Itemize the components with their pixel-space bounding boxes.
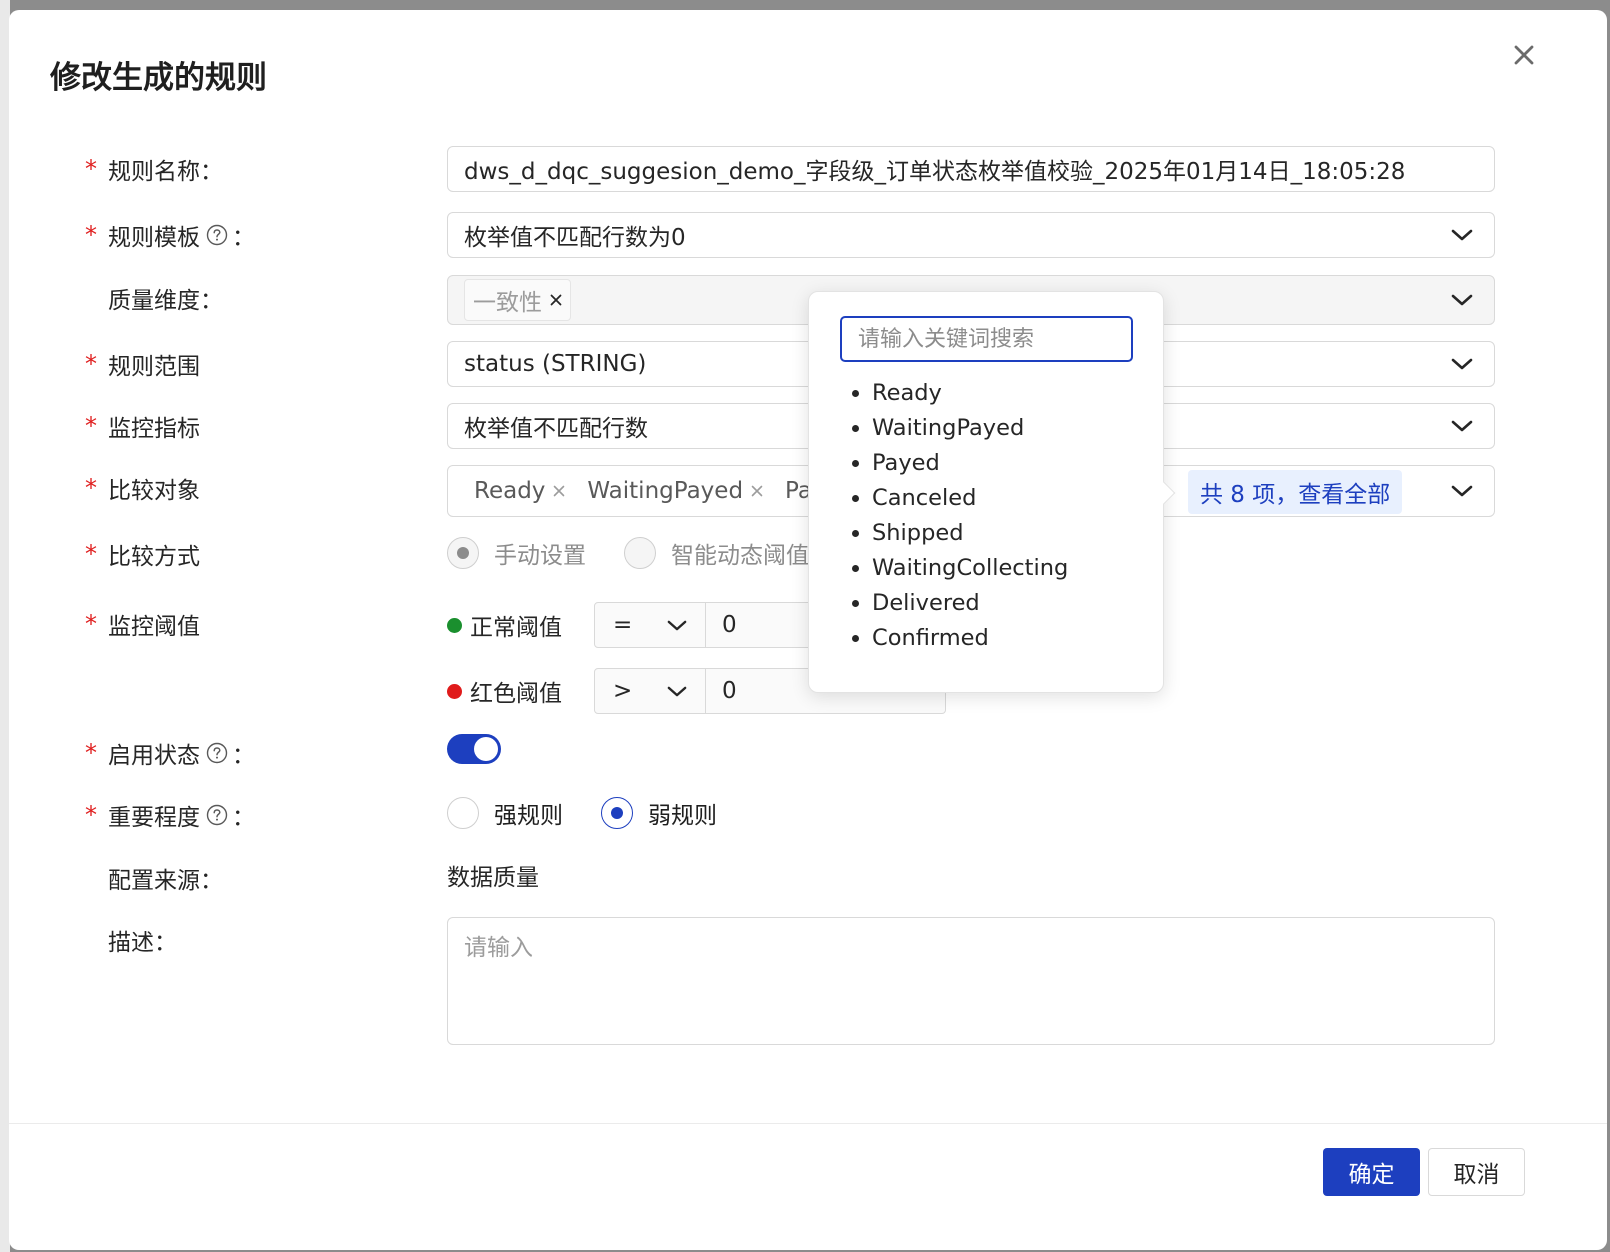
compare-object-tags: Ready WaitingPayed Pa (474, 478, 834, 504)
help-icon[interactable] (206, 742, 228, 764)
popover-search-input[interactable] (840, 316, 1133, 362)
rule-template-select[interactable]: 枚举值不匹配行数为0 (447, 212, 1495, 258)
radio-circle (447, 797, 479, 829)
remove-tag-icon[interactable] (751, 485, 763, 497)
dialog-title: 修改生成的规则 (50, 60, 267, 96)
required-mark: * (85, 739, 97, 767)
rule-name-label: * 规则名称： (85, 155, 223, 185)
chevron-down-icon (667, 620, 687, 630)
required-mark: * (85, 540, 97, 568)
chevron-down-icon (1448, 290, 1476, 310)
compare-method-label: * 比较方式 (85, 540, 200, 570)
radio-manual[interactable]: 手动设置 (447, 536, 586, 570)
view-all-link[interactable]: 共 8 项，查看全部 (1188, 470, 1403, 514)
importance-label: * 重要程度 ： (85, 801, 255, 831)
list-item: WaitingPayed (872, 411, 1068, 446)
required-mark: * (85, 412, 97, 440)
list-item: Shipped (872, 516, 1068, 551)
compare-object-label: * 比较对象 (85, 474, 200, 504)
radio-weak-rule[interactable]: 弱规则 (601, 796, 717, 830)
chevron-down-icon (667, 686, 687, 696)
normal-threshold-label: 正常阈值 (470, 615, 562, 641)
enable-status-label: * 启用状态 ： (85, 739, 255, 769)
list-item: Ready (872, 376, 1068, 411)
rule-template-label: * 规则模板 ： (85, 221, 255, 251)
dimension-tag: 一致性 (464, 279, 571, 321)
remove-tag-icon[interactable] (553, 485, 565, 497)
required-mark: * (85, 221, 97, 249)
normal-status-dot (447, 617, 462, 633)
red-operator-select[interactable]: > (594, 668, 706, 714)
list-item: WaitingCollecting (872, 551, 1068, 586)
config-source-label: * 配置来源： (108, 868, 223, 894)
edit-rule-dialog: 修改生成的规则 * 规则名称： dws_d_dqc_suggesion_demo… (9, 10, 1607, 1250)
config-source-value: 数据质量 (447, 865, 539, 891)
chevron-down-icon (1448, 481, 1476, 501)
required-mark: * (85, 610, 97, 638)
rule-name-value: dws_d_dqc_suggesion_demo_字段级_订单状态枚举值校验_2… (464, 159, 1406, 185)
importance-radio-group: 强规则 弱规则 (447, 796, 755, 830)
red-threshold-label: 红色阈值 (470, 681, 562, 707)
description-label: * 描述： (108, 930, 177, 956)
radio-circle (601, 797, 633, 829)
red-status-dot (447, 683, 462, 699)
required-mark: * (85, 474, 97, 502)
list-item: Canceled (872, 481, 1068, 516)
description-textarea[interactable] (447, 917, 1495, 1045)
radio-circle (447, 537, 479, 569)
remove-tag-icon[interactable] (550, 294, 562, 306)
list-item: Confirmed (872, 621, 1068, 656)
required-mark: * (85, 350, 97, 378)
rule-scope-value: status (STRING) (464, 351, 647, 377)
rule-template-value: 枚举值不匹配行数为0 (464, 225, 686, 251)
close-button[interactable] (1501, 32, 1547, 78)
list-item: Delivered (872, 586, 1068, 621)
required-mark: * (85, 801, 97, 829)
required-mark: * (85, 155, 97, 183)
monitor-metric-value: 枚举值不匹配行数 (464, 416, 648, 442)
enable-toggle[interactable] (447, 734, 501, 764)
radio-strong-rule[interactable]: 强规则 (447, 796, 563, 830)
compare-method-radio-group: 手动设置 智能动态阈值 (447, 536, 847, 570)
help-icon[interactable] (206, 224, 228, 246)
footer-divider (9, 1123, 1607, 1124)
chevron-down-icon (1448, 354, 1476, 374)
rule-scope-label: * 规则范围 (85, 350, 200, 380)
chevron-down-icon (1448, 416, 1476, 436)
cancel-button[interactable]: 取消 (1428, 1148, 1525, 1196)
close-icon (1514, 45, 1534, 65)
help-icon[interactable] (206, 804, 228, 826)
chevron-down-icon (1448, 225, 1476, 245)
list-item: Payed (872, 446, 1068, 481)
radio-smart-threshold[interactable]: 智能动态阈值 (624, 536, 809, 570)
monitor-metric-label: * 监控指标 (85, 412, 200, 442)
compare-tag: WaitingPayed (587, 478, 763, 504)
confirm-button[interactable]: 确定 (1323, 1148, 1420, 1196)
normal-operator-select[interactable]: = (594, 602, 706, 648)
compare-tag: Ready (474, 478, 565, 504)
compare-object-popover: Ready WaitingPayed Payed Canceled Shippe… (808, 291, 1176, 693)
toggle-knob (474, 737, 498, 761)
popover-item-list: Ready WaitingPayed Payed Canceled Shippe… (840, 376, 1068, 656)
radio-circle (624, 537, 656, 569)
monitor-threshold-label: * 监控阈值 (85, 610, 200, 640)
quality-dimension-label: * 质量维度： (108, 288, 223, 314)
rule-name-input[interactable]: dws_d_dqc_suggesion_demo_字段级_订单状态枚举值校验_2… (447, 146, 1495, 192)
